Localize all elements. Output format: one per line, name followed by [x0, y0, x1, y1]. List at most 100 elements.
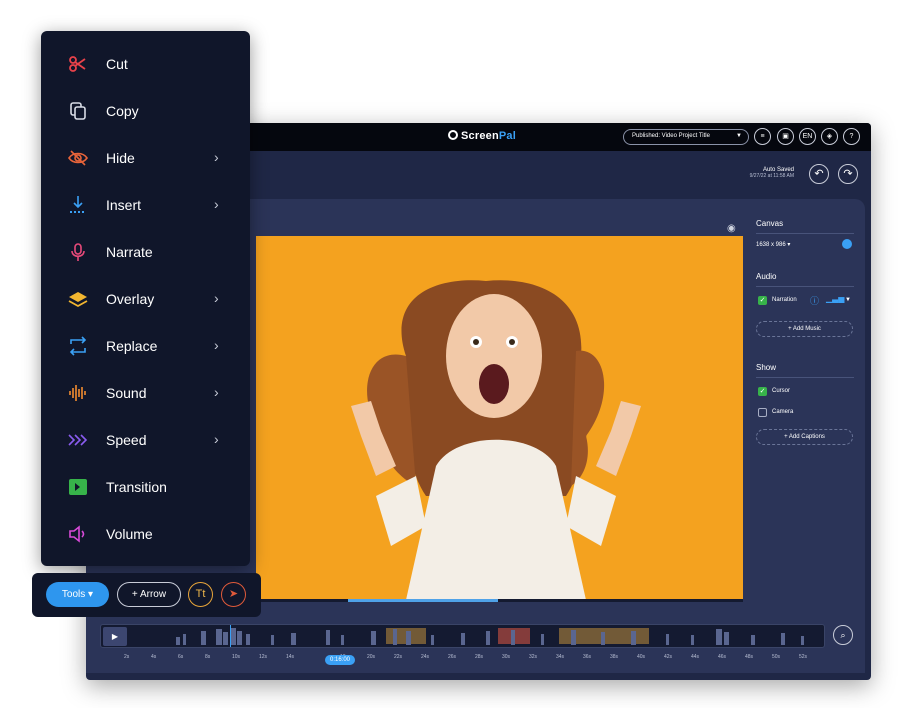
canvas-size-select[interactable]: 1638 x 986 ▾ — [756, 241, 790, 248]
autosave-time: 9/27/22 at 11:58 AM — [749, 173, 794, 179]
cursor-pointer-icon[interactable]: ➤ — [221, 582, 246, 607]
video-preview[interactable] — [256, 236, 743, 600]
menu-item-label: Overlay — [106, 291, 155, 307]
camera-icon[interactable]: ◉ — [727, 223, 736, 234]
audio-title: Audio — [756, 272, 777, 281]
time-ruler: 2s4s6s8s10s12s14s18s20s22s24s26s28s30s32… — [86, 654, 871, 668]
menu-item-copy[interactable]: Copy — [41, 91, 250, 131]
menu-item-speed[interactable]: Speed › — [41, 420, 250, 460]
brand-pal: Pal — [498, 130, 517, 142]
scissors-icon — [68, 54, 88, 74]
app-logo: ScreenPal — [448, 130, 516, 142]
microphone-icon — [68, 242, 88, 262]
menu-item-cut[interactable]: Cut — [41, 44, 250, 84]
time-tick: 52s — [799, 654, 808, 660]
help-button[interactable]: ? — [843, 128, 860, 145]
time-tick: 24s — [421, 654, 430, 660]
current-time-indicator[interactable]: 0:16:00 — [325, 655, 355, 665]
time-tick: 28s — [475, 654, 484, 660]
time-tick: 20s — [367, 654, 376, 660]
time-tick: 36s — [583, 654, 592, 660]
camera-label: Camera — [772, 409, 794, 415]
chevron-right-icon: › — [214, 431, 219, 447]
undo-button[interactable]: ↶ — [809, 164, 829, 184]
layers-icon[interactable]: ◈ — [821, 128, 838, 145]
publish-label: Published: Video Project Title — [632, 133, 710, 139]
time-tick: 10s — [232, 654, 241, 660]
language-label: EN — [802, 133, 813, 140]
comment-icon[interactable]: ▣ — [777, 128, 794, 145]
time-tick: 4s — [151, 654, 157, 660]
menu-item-label: Speed — [106, 432, 147, 448]
menu-item-insert[interactable]: Insert › — [41, 185, 250, 225]
menu-item-replace[interactable]: Replace › — [41, 326, 250, 366]
preview-progress-fill — [348, 599, 498, 602]
eye-slash-icon — [68, 148, 88, 168]
time-tick: 26s — [448, 654, 457, 660]
add-arrow-button[interactable]: + Arrow — [117, 582, 181, 607]
cursor-checkbox[interactable]: ✓ — [758, 387, 767, 396]
speed-chevrons-icon — [68, 430, 88, 450]
tools-button[interactable]: Tools ▾ — [46, 582, 109, 607]
replace-icon — [68, 336, 88, 356]
timeline-track[interactable]: ▶ — [100, 624, 825, 648]
layers-icon — [68, 289, 88, 309]
time-tick: 34s — [556, 654, 565, 660]
menu-item-transition[interactable]: Transition — [41, 467, 250, 507]
time-tick: 32s — [529, 654, 538, 660]
divider — [756, 233, 854, 234]
text-tool-button[interactable]: Tt — [188, 582, 213, 607]
canvas-title: Canvas — [756, 219, 784, 228]
menu-item-hide[interactable]: Hide › — [41, 138, 250, 178]
time-tick: 22s — [394, 654, 403, 660]
preview-progress — [256, 599, 743, 602]
excited-woman-image — [256, 236, 743, 600]
time-tick: 38s — [610, 654, 619, 660]
divider — [756, 377, 854, 378]
chevron-right-icon: › — [214, 337, 219, 353]
add-captions-button[interactable]: + Add Captions — [756, 429, 853, 445]
menu-item-volume[interactable]: Volume — [41, 514, 250, 554]
narration-checkbox[interactable]: ✓ — [758, 296, 767, 305]
camera-checkbox[interactable] — [758, 408, 767, 417]
menu-item-narrate[interactable]: Narrate — [41, 232, 250, 272]
chevron-right-icon: › — [214, 196, 219, 212]
captions-icon[interactable]: ≡ — [754, 128, 771, 145]
volume-bars-icon[interactable]: ▁▃▅ — [826, 294, 844, 303]
publish-status-select[interactable]: Published: Video Project Title ▼ — [623, 129, 749, 145]
time-tick: 44s — [691, 654, 700, 660]
time-tick: 12s — [259, 654, 268, 660]
menu-item-label: Replace — [106, 338, 158, 354]
add-music-button[interactable]: + Add Music — [756, 321, 853, 337]
screenpal-logo-icon — [448, 130, 458, 140]
menu-item-label: Transition — [106, 479, 167, 495]
sound-wave-icon — [68, 383, 88, 403]
menu-item-label: Hide — [106, 150, 135, 166]
language-button[interactable]: EN — [799, 128, 816, 145]
autosave-status: Auto Saved 9/27/22 at 11:58 AM — [726, 167, 794, 179]
caret-down-icon[interactable]: ▼ — [845, 297, 851, 303]
copy-icon — [68, 101, 88, 121]
time-tick: 46s — [718, 654, 727, 660]
cursor-label: Cursor — [772, 388, 791, 394]
play-icon[interactable]: ▶ — [103, 627, 127, 646]
menu-item-label: Insert — [106, 197, 142, 213]
audio-waveform — [176, 625, 804, 647]
chevron-right-icon: › — [214, 384, 219, 400]
info-icon[interactable]: ⓘ — [810, 294, 819, 307]
brand-screen: Screen — [461, 130, 499, 142]
time-tick: 14s — [286, 654, 295, 660]
zoom-search-icon[interactable]: ⌕ — [833, 625, 853, 645]
menu-item-overlay[interactable]: Overlay › — [41, 279, 250, 319]
canvas-color-swatch[interactable] — [842, 239, 852, 249]
time-tick: 42s — [664, 654, 673, 660]
help-label: ? — [849, 133, 854, 140]
show-title: Show — [756, 363, 777, 372]
menu-item-label: Cut — [106, 56, 128, 72]
time-tick: 8s — [205, 654, 211, 660]
menu-item-sound[interactable]: Sound › — [41, 373, 250, 413]
menu-item-label: Volume — [106, 526, 153, 542]
transition-icon — [68, 477, 88, 497]
redo-button[interactable]: ↷ — [838, 164, 858, 184]
time-tick: 48s — [745, 654, 754, 660]
